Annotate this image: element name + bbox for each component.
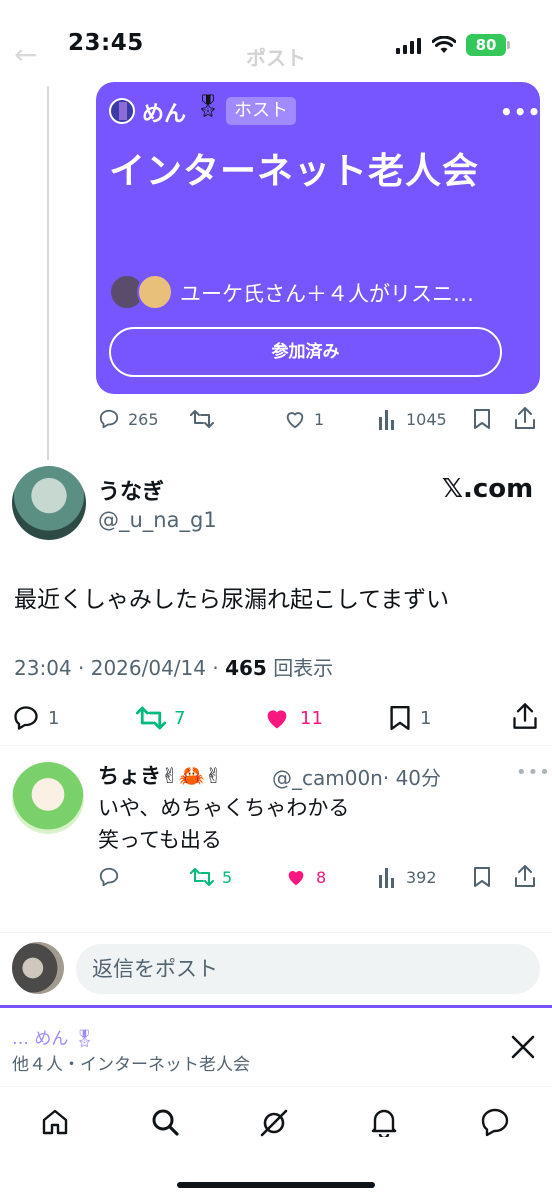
status-time: 23:45 bbox=[68, 30, 144, 56]
divider bbox=[0, 745, 552, 746]
reply-time: · 40分 bbox=[382, 766, 442, 790]
more-icon[interactable]: ••• bbox=[516, 762, 551, 783]
reply-icon bbox=[99, 867, 119, 887]
host-avatar[interactable] bbox=[109, 98, 135, 124]
author-handle[interactable]: @_u_na_g1 bbox=[98, 508, 217, 532]
reply-repost-count: 5 bbox=[222, 867, 233, 887]
main-bookmark-count: 1 bbox=[420, 707, 432, 729]
host-badge: ホスト bbox=[226, 97, 296, 125]
reply-text-line: 笑っても出る bbox=[98, 828, 222, 852]
views-action[interactable]: 1045 bbox=[378, 408, 447, 430]
share-icon bbox=[513, 703, 537, 729]
wifi-icon bbox=[432, 36, 456, 54]
joined-button[interactable]: 参加済み bbox=[109, 327, 502, 377]
reply-author-handle[interactable]: @_cam00n· 40分 bbox=[272, 762, 441, 791]
share-icon bbox=[515, 407, 535, 429]
notifications-icon[interactable] bbox=[370, 1107, 398, 1137]
search-icon[interactable] bbox=[150, 1107, 180, 1137]
views-count: 1045 bbox=[406, 409, 447, 429]
reply-repost-action[interactable]: 5 bbox=[190, 866, 232, 888]
like-action[interactable]: 1 bbox=[284, 408, 324, 430]
main-like-count: 11 bbox=[300, 707, 323, 729]
reply-bookmark-action[interactable] bbox=[472, 866, 492, 888]
tweet-date: 2026/04/14 bbox=[90, 656, 206, 680]
space-card[interactable]: めん 🎖 ホスト ••• インターネット老人会 ユーケ氏さん＋４人がリスニ… 参… bbox=[96, 82, 540, 394]
xcom-watermark: 𝕏.com bbox=[442, 474, 534, 504]
author-avatar[interactable] bbox=[12, 466, 86, 540]
close-icon[interactable] bbox=[510, 1034, 536, 1060]
reply-handle-text: @_cam00n bbox=[272, 766, 383, 790]
main-like-action[interactable]: 11 bbox=[262, 704, 323, 732]
reply-icon bbox=[99, 409, 119, 429]
repost-icon bbox=[190, 868, 214, 886]
messages-icon[interactable] bbox=[480, 1107, 510, 1137]
my-avatar[interactable] bbox=[12, 942, 64, 994]
main-repost-count: 7 bbox=[174, 707, 186, 729]
views-icon bbox=[379, 868, 394, 888]
views-icon bbox=[379, 410, 394, 430]
reply-views-action[interactable]: 392 bbox=[378, 866, 437, 888]
active-space-bar[interactable]: … めん 🎖 他４人・インターネット老人会 bbox=[0, 1005, 552, 1085]
heart-icon bbox=[286, 412, 304, 429]
reply-reply-action[interactable] bbox=[98, 866, 120, 888]
like-count: 1 bbox=[314, 409, 325, 429]
author-name[interactable]: うなぎ bbox=[98, 474, 164, 506]
main-reply-count: 1 bbox=[48, 707, 60, 729]
repost-icon bbox=[190, 410, 214, 428]
reply-avatar[interactable] bbox=[12, 762, 84, 834]
reply-like-count: 8 bbox=[316, 867, 327, 887]
share-icon bbox=[515, 865, 535, 887]
reply-author-name[interactable]: ちょき✌🦀✌ bbox=[98, 760, 222, 790]
reply-share-action[interactable] bbox=[514, 864, 536, 888]
signal-icon bbox=[396, 38, 422, 54]
thread-line bbox=[47, 86, 49, 460]
bookmark-icon bbox=[390, 705, 410, 730]
heart-icon bbox=[267, 710, 287, 729]
heart-icon bbox=[288, 871, 304, 886]
medal-icon: 🎖 bbox=[194, 94, 222, 119]
space-bar-host: … めん 🎖 bbox=[12, 1029, 96, 1049]
main-bookmark-action[interactable]: 1 bbox=[388, 704, 431, 732]
listener-avatars bbox=[109, 274, 173, 310]
main-reply-action[interactable]: 1 bbox=[12, 704, 59, 732]
more-icon[interactable]: ••• bbox=[500, 100, 541, 124]
reply-views-count: 392 bbox=[406, 867, 437, 887]
bookmark-icon bbox=[474, 867, 490, 887]
home-icon[interactable] bbox=[40, 1107, 70, 1137]
tweet-meta: 23:04 · 2026/04/14 · 465 回表示 bbox=[14, 656, 334, 680]
reply-input[interactable]: 返信をポスト bbox=[76, 944, 540, 994]
host-name: めん bbox=[142, 102, 187, 127]
main-share-action[interactable] bbox=[512, 702, 538, 730]
reply-icon bbox=[14, 706, 38, 730]
listener-avatar bbox=[137, 274, 173, 310]
repost-icon bbox=[136, 706, 166, 730]
reply-action[interactable]: 265 bbox=[98, 408, 159, 430]
views-label: 回表示 bbox=[273, 656, 334, 680]
battery-icon: 80 bbox=[466, 34, 506, 56]
divider bbox=[0, 932, 552, 933]
home-indicator bbox=[177, 1182, 375, 1188]
space-title: インターネット老人会 bbox=[109, 151, 480, 192]
reply-like-action[interactable]: 8 bbox=[284, 866, 326, 888]
repost-action[interactable] bbox=[190, 408, 214, 430]
tweet-text: 最近くしゃみしたら尿漏れ起こしてまずい bbox=[14, 587, 450, 613]
tweet-views: 465 bbox=[225, 656, 267, 680]
bookmark-icon bbox=[474, 409, 490, 429]
battery-tip bbox=[507, 41, 510, 49]
reply-count: 265 bbox=[128, 409, 159, 429]
tweet-time: 23:04 bbox=[14, 656, 72, 680]
main-repost-action[interactable]: 7 bbox=[136, 704, 185, 732]
share-action[interactable] bbox=[514, 406, 536, 430]
space-bar-title: 他４人・インターネット老人会 bbox=[12, 1055, 250, 1075]
reply-text-line: いや、めちゃくちゃわかる bbox=[98, 796, 350, 820]
listeners-text: ユーケ氏さん＋４人がリスニ… bbox=[180, 282, 474, 306]
grok-icon[interactable] bbox=[258, 1107, 290, 1139]
bookmark-action[interactable] bbox=[472, 408, 492, 430]
